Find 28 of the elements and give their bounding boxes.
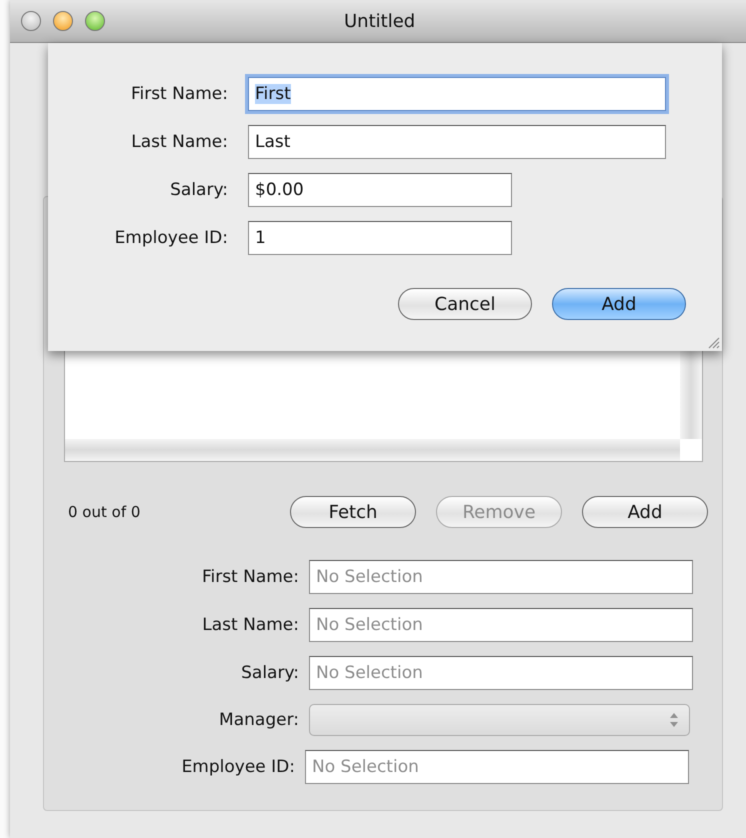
field-label: Salary: bbox=[169, 180, 229, 200]
field-label: Salary: bbox=[240, 663, 300, 683]
field-label: Manager: bbox=[218, 710, 300, 730]
scrollbar[interactable] bbox=[65, 439, 680, 461]
zoom-button[interactable] bbox=[85, 11, 105, 31]
input-field[interactable]: First bbox=[248, 77, 666, 111]
window-title: Untitled bbox=[344, 11, 416, 32]
input-field[interactable]: No Selection bbox=[309, 656, 693, 690]
input-field[interactable]: $0.00 bbox=[248, 173, 512, 207]
input-field[interactable]: Last bbox=[248, 125, 666, 159]
input-field[interactable]: No Selection bbox=[309, 608, 693, 642]
field-label: Employee ID: bbox=[180, 757, 296, 777]
field-label: First Name: bbox=[130, 84, 229, 104]
field-label: Last Name: bbox=[201, 615, 300, 635]
resize-grip-icon[interactable] bbox=[706, 335, 720, 349]
updown-arrows-icon bbox=[669, 712, 679, 728]
action-button[interactable]: Fetch bbox=[290, 496, 416, 528]
input-field[interactable]: No Selection bbox=[309, 560, 693, 594]
input-field[interactable]: 1 bbox=[248, 221, 512, 255]
field-label: First Name: bbox=[200, 567, 300, 587]
sheet-button[interactable]: Cancel bbox=[398, 288, 532, 320]
record-count: 0 out of 0 bbox=[68, 503, 142, 521]
action-button[interactable]: Add bbox=[582, 496, 708, 528]
field-label: Employee ID: bbox=[114, 228, 229, 248]
sheet-button[interactable]: Add bbox=[552, 288, 686, 320]
field-label: Last Name: bbox=[130, 132, 229, 152]
minimize-button[interactable] bbox=[53, 11, 73, 31]
input-field[interactable]: No Selection bbox=[305, 750, 689, 784]
